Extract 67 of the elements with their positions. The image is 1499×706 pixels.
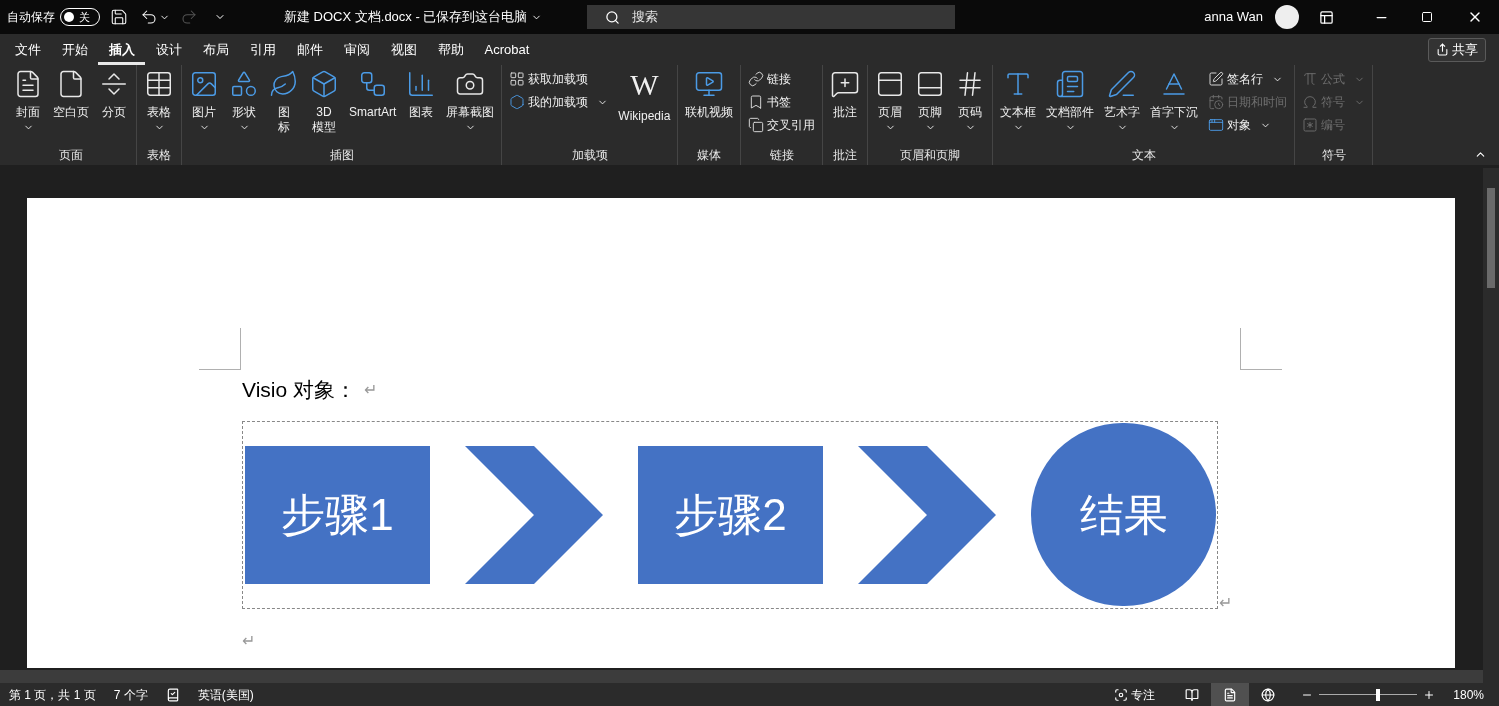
ribbon-small-button[interactable]: 交叉引用 [746, 115, 818, 135]
ribbon-group-label: 链接 [768, 147, 795, 164]
menu-tab[interactable]: 邮件 [286, 34, 333, 65]
menu-tab[interactable]: 文件 [4, 34, 51, 65]
page-count[interactable]: 第 1 页，共 1 页 [9, 685, 96, 704]
ribbon-button[interactable]: 图表 [401, 65, 442, 143]
menu-tab[interactable]: 审阅 [333, 34, 380, 65]
ribbon-button[interactable]: 首字下沉 [1145, 65, 1204, 143]
ribbon-group-label: 页面 [58, 147, 84, 164]
document-title[interactable]: 新建 DOCX 文档.docx - 已保存到这台电脑 [284, 7, 528, 27]
document-heading: Visio 对象： [242, 377, 356, 403]
ribbon-button[interactable]: 封面 [8, 65, 48, 143]
ribbon-small-button[interactable]: 书签 [746, 92, 818, 112]
menu-tab[interactable]: 布局 [192, 34, 239, 65]
menu-tab[interactable]: 帮助 [427, 34, 474, 65]
ribbon-button[interactable]: 页眉 [870, 65, 911, 143]
ribbon-small-button[interactable]: 对象 [1206, 115, 1290, 135]
ribbon-group-label: 符号 [1320, 147, 1347, 164]
ribbon-button[interactable]: 批注 [825, 65, 866, 143]
autosave-label: 自动保存 [7, 9, 55, 26]
user-name: anna Wan [1204, 8, 1263, 27]
ribbon-group-label: 批注 [832, 147, 859, 164]
ribbon-button[interactable]: 屏幕截图 [441, 65, 500, 143]
process-step-shape: 步骤1 [245, 445, 430, 584]
focus-button[interactable]: 专注 [1114, 685, 1156, 704]
ribbon-button[interactable]: 图 标 [264, 65, 304, 143]
menu-tab[interactable]: 设计 [145, 34, 192, 65]
ribbon-button[interactable]: 3D 模型 [304, 65, 344, 143]
menu-tab[interactable]: 开始 [51, 34, 98, 65]
search-field[interactable]: 搜索 [587, 5, 956, 29]
search-input[interactable]: 搜索 [632, 7, 833, 27]
ribbon-button[interactable]: 艺术字 [1099, 65, 1146, 143]
word-count[interactable]: 7 个字 [113, 685, 148, 704]
paragraph-mark: ↵ [242, 630, 256, 651]
diagram-frame[interactable]: 步骤1 步骤2 结果 [242, 420, 1218, 609]
ribbon-group-label: 页眉和页脚 [899, 147, 962, 164]
ribbon-button[interactable]: SmartArt [344, 65, 402, 143]
wikipedia-logo: W [630, 69, 659, 103]
zoom-percent[interactable]: 180% [1453, 685, 1484, 704]
ribbon-small-button[interactable]: 我的加载项 [507, 92, 611, 112]
menu-tab[interactable]: Acrobat [474, 34, 540, 65]
ribbon-group-label: 插图 [328, 147, 355, 164]
paragraph-mark: ↵ [1219, 592, 1232, 613]
ribbon-button[interactable]: 图片 [184, 65, 224, 143]
process-step-shape: 步骤2 [638, 445, 823, 584]
ribbon-button[interactable]: 形状 [224, 65, 264, 143]
language[interactable]: 英语(美国) [197, 685, 254, 704]
ribbon-button[interactable]: 文本框 [995, 65, 1042, 143]
ribbon-button[interactable]: 页码 [950, 65, 991, 143]
menu-tab[interactable]: 引用 [239, 34, 286, 65]
ribbon-group-label: 表格 [146, 147, 172, 164]
ribbon-button[interactable]: 文档部件 [1041, 65, 1100, 143]
ribbon-group-label: 加载项 [570, 147, 609, 164]
share-button[interactable]: 共享 [1428, 37, 1486, 62]
ribbon-group-label: 媒体 [696, 147, 723, 164]
ribbon-small-button[interactable]: 获取加载项 [507, 69, 611, 89]
ribbon-button[interactable]: W Wikipedia [613, 65, 676, 143]
ribbon-group-label: 文本 [1130, 147, 1157, 164]
ribbon-small-button[interactable]: 链接 [746, 69, 818, 89]
ribbon-button[interactable]: 空白页 [48, 65, 94, 143]
ribbon-button[interactable]: 联机视频 [680, 65, 739, 143]
ribbon-button[interactable]: 页脚 [910, 65, 951, 143]
menu-tab[interactable]: 视图 [380, 34, 427, 65]
ribbon-button[interactable]: 分页 [94, 65, 134, 143]
paragraph-mark: ↵ [364, 379, 377, 400]
ribbon-button[interactable]: 表格 [139, 65, 179, 143]
ribbon-small-button[interactable]: 签名行 [1206, 69, 1290, 89]
